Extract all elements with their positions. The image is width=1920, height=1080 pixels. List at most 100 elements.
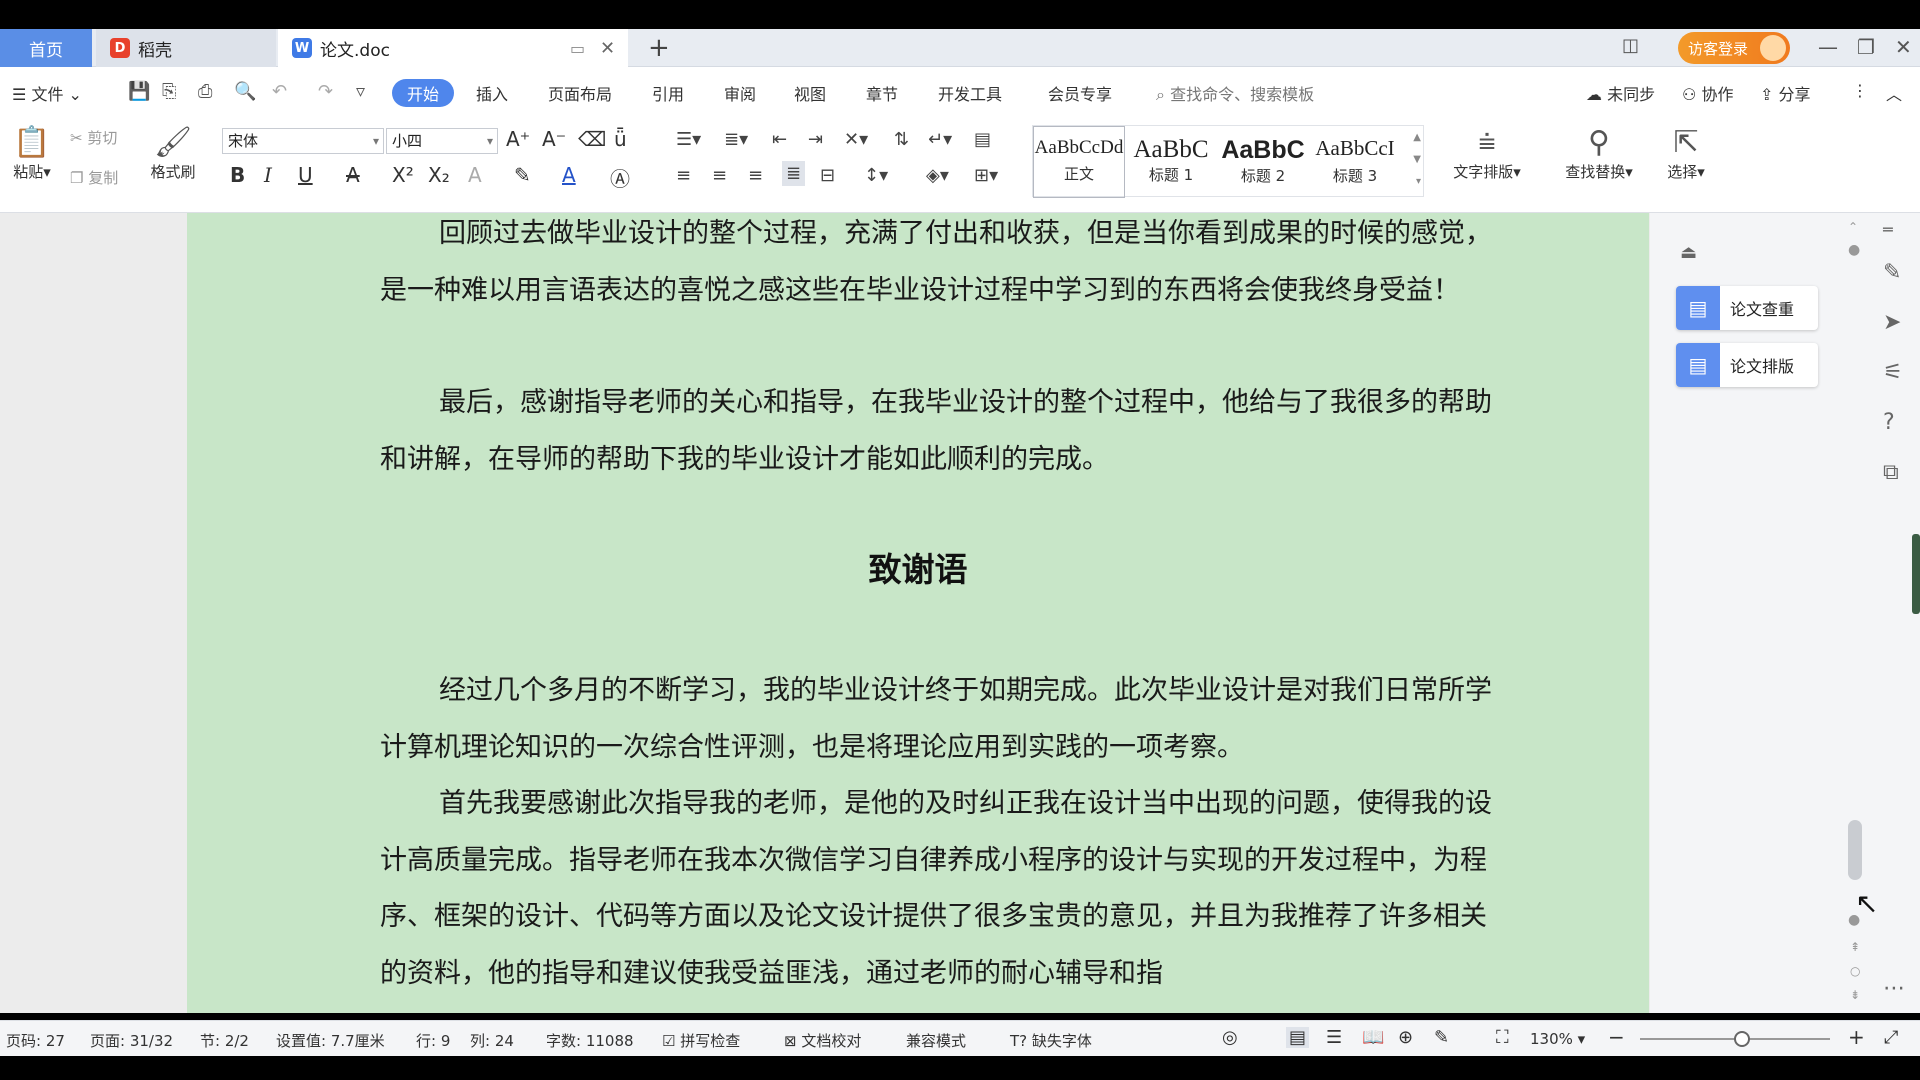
menu-insert[interactable]: 插入	[476, 81, 508, 105]
superscript-icon[interactable]: X²	[392, 163, 414, 187]
new-tab-button[interactable]: +	[648, 33, 670, 63]
status-setting[interactable]: 设置值: 7.7厘米	[276, 1030, 385, 1051]
underline-icon[interactable]: U	[298, 163, 313, 187]
pointer-icon[interactable]: ➤	[1883, 310, 1901, 335]
strikethrough-icon[interactable]: A	[346, 163, 360, 187]
fit-width-icon[interactable]: ⛶	[1496, 1027, 1509, 1048]
share-button[interactable]: ⇪ 分享	[1760, 81, 1811, 105]
web-view-icon[interactable]: ⊕	[1398, 1027, 1413, 1048]
tab-daoke[interactable]: D 稻壳	[96, 29, 276, 67]
decrease-font-icon[interactable]: A⁻	[542, 127, 566, 151]
highlight-icon[interactable]: ✎	[514, 163, 531, 187]
spell-check-toggle[interactable]: ☑ 拼写检查	[662, 1030, 740, 1051]
style-normal[interactable]: AaBbCcDd 正文	[1033, 126, 1125, 198]
paper-format-button[interactable]: ▤ 论文排版	[1676, 343, 1818, 387]
command-search[interactable]: ⌕ 查找命令、搜索模板	[1156, 81, 1314, 105]
customize-toolbar-icon[interactable]: ▿	[356, 81, 365, 102]
pin-window-icon[interactable]: ▭	[570, 39, 585, 58]
guest-login-button[interactable]: 访客登录	[1678, 32, 1790, 64]
menu-devtools[interactable]: 开发工具	[938, 81, 1002, 105]
increase-font-icon[interactable]: A⁺	[506, 127, 530, 151]
collapse-panel-icon[interactable]: ⏏	[1680, 242, 1697, 263]
document-paragraph[interactable]: 最后，感谢指导老师的关心和指导，在我毕业设计的整个过程中，他给与了我很多的帮助和…	[380, 375, 1492, 488]
redo-icon[interactable]: ↷	[318, 81, 333, 102]
close-window-icon[interactable]: ✕	[1895, 35, 1912, 59]
status-page-code[interactable]: 页码: 27	[6, 1030, 65, 1051]
menu-reference[interactable]: 引用	[652, 81, 684, 105]
shading-icon[interactable]: ◈▾	[926, 165, 949, 186]
paper-check-button[interactable]: ▤ 论文查重	[1676, 286, 1818, 330]
close-tab-icon[interactable]: ✕	[600, 38, 615, 59]
menu-review[interactable]: 审阅	[724, 81, 756, 105]
write-view-icon[interactable]: ✎	[1434, 1027, 1449, 1048]
scroll-up-icon[interactable]: ●	[1848, 242, 1860, 258]
export-icon[interactable]: ⎘	[162, 81, 176, 102]
document-paragraph[interactable]: 回顾过去做毕业设计的整个过程，充满了付出和收获，但是当你看到成果的时候的感觉，是…	[380, 206, 1492, 319]
menu-start[interactable]: 开始	[392, 79, 454, 107]
tab-home[interactable]: 首页	[0, 29, 92, 67]
scroll-thumb[interactable]	[1848, 820, 1862, 880]
status-section[interactable]: 节: 2/2	[200, 1030, 249, 1051]
fullscreen-icon[interactable]: ⤢	[1884, 1027, 1898, 1048]
outline-view-icon[interactable]: ☰	[1326, 1027, 1342, 1048]
font-name-select[interactable]: 宋体	[222, 128, 384, 154]
align-right-icon[interactable]: ≡	[748, 165, 763, 186]
next-page-icon[interactable]: ⇟	[1850, 988, 1860, 1002]
decrease-indent-icon[interactable]: ⇤	[772, 129, 787, 150]
print-preview-icon[interactable]: 🔍	[234, 81, 256, 102]
document-paragraph[interactable]: 经过几个多月的不断学习，我的毕业设计终于如期完成。此次毕业设计是对我们日常所学计…	[380, 663, 1492, 776]
zoom-out-icon[interactable]: −	[1608, 1025, 1625, 1049]
bullet-list-icon[interactable]: ☰▾	[676, 129, 701, 150]
menu-file[interactable]: ☰ 文件 ⌄	[12, 81, 82, 105]
font-color-icon[interactable]: A	[562, 163, 576, 187]
collaborate-button[interactable]: ⚇ 协作	[1682, 81, 1733, 105]
style-scroll-up-icon[interactable]: ▲	[1413, 132, 1421, 143]
print-icon[interactable]: ⎙	[198, 81, 212, 102]
reading-view-icon[interactable]: 📖	[1362, 1027, 1384, 1048]
bold-icon[interactable]: B	[230, 163, 245, 187]
restore-icon[interactable]: ❐	[1857, 35, 1875, 59]
help-icon[interactable]: ?	[1883, 410, 1895, 435]
justify-icon[interactable]: ≣	[782, 161, 806, 186]
find-replace-button[interactable]: ⚲ 查找替换▾	[1556, 125, 1642, 182]
show-marks-icon[interactable]: ↵▾	[928, 129, 952, 150]
sync-status[interactable]: ☁ 未同步	[1586, 81, 1655, 105]
select-browse-icon[interactable]: ○	[1850, 964, 1860, 978]
paste-button[interactable]: 📋 粘贴▾	[8, 125, 56, 182]
page-view-icon[interactable]: ▤	[1286, 1027, 1310, 1048]
more-options-icon[interactable]: ⋯	[1883, 976, 1905, 1001]
panel-edge-handle[interactable]	[1912, 534, 1920, 614]
document-paragraph[interactable]: 首先我要感谢此次指导我的老师，是他的及时纠正我在设计当中出现的问题，使得我的设计…	[380, 776, 1492, 1002]
more-icon[interactable]: ⋮	[1852, 81, 1868, 100]
undo-icon[interactable]: ↶	[272, 81, 287, 102]
settings-slider-icon[interactable]: ⚟	[1883, 360, 1903, 385]
save-icon[interactable]: 💾	[128, 81, 150, 102]
layout-switch-icon[interactable]: ◫	[1622, 35, 1639, 56]
edit-icon[interactable]: ✎	[1883, 260, 1901, 285]
minimize-icon[interactable]: —	[1818, 35, 1838, 59]
zoom-in-icon[interactable]: +	[1848, 1025, 1865, 1049]
line-spacing-icon[interactable]: ↕▾	[864, 165, 888, 186]
style-heading-3[interactable]: AaBbCcI 标题 3	[1309, 126, 1401, 198]
missing-font-button[interactable]: T? 缺失字体	[1010, 1030, 1092, 1051]
borders-icon[interactable]: ⊞▾	[974, 165, 998, 186]
zoom-select[interactable]: 130% ▾	[1530, 1030, 1585, 1048]
document-heading[interactable]: 致谢语	[187, 543, 1649, 591]
zoom-slider-handle[interactable]	[1734, 1031, 1750, 1047]
italic-icon[interactable]: I	[264, 163, 272, 187]
menu-chapter[interactable]: 章节	[866, 81, 898, 105]
menu-member[interactable]: 会员专享	[1048, 81, 1112, 105]
char-border-icon[interactable]: Ⓐ	[610, 163, 630, 192]
text-effect-icon[interactable]: A	[468, 163, 482, 187]
backup-icon[interactable]: ⧉	[1883, 460, 1899, 485]
panel-menu-icon[interactable]: ═	[1883, 220, 1893, 239]
align-left-icon[interactable]: ≡	[676, 165, 691, 186]
ruler-icon[interactable]: ▤	[974, 129, 991, 150]
style-more-icon[interactable]: ▾	[1416, 176, 1421, 187]
tab-document[interactable]: W 论文.doc ▭ ✕	[278, 29, 628, 67]
font-size-select[interactable]: 小四	[386, 128, 498, 154]
align-center-icon[interactable]: ≡	[712, 165, 727, 186]
text-layout-button[interactable]: ⩧ 文字排版▾	[1444, 125, 1530, 182]
status-page[interactable]: 页面: 31/32	[90, 1030, 173, 1051]
clear-format-icon[interactable]: ⌫	[578, 127, 606, 151]
